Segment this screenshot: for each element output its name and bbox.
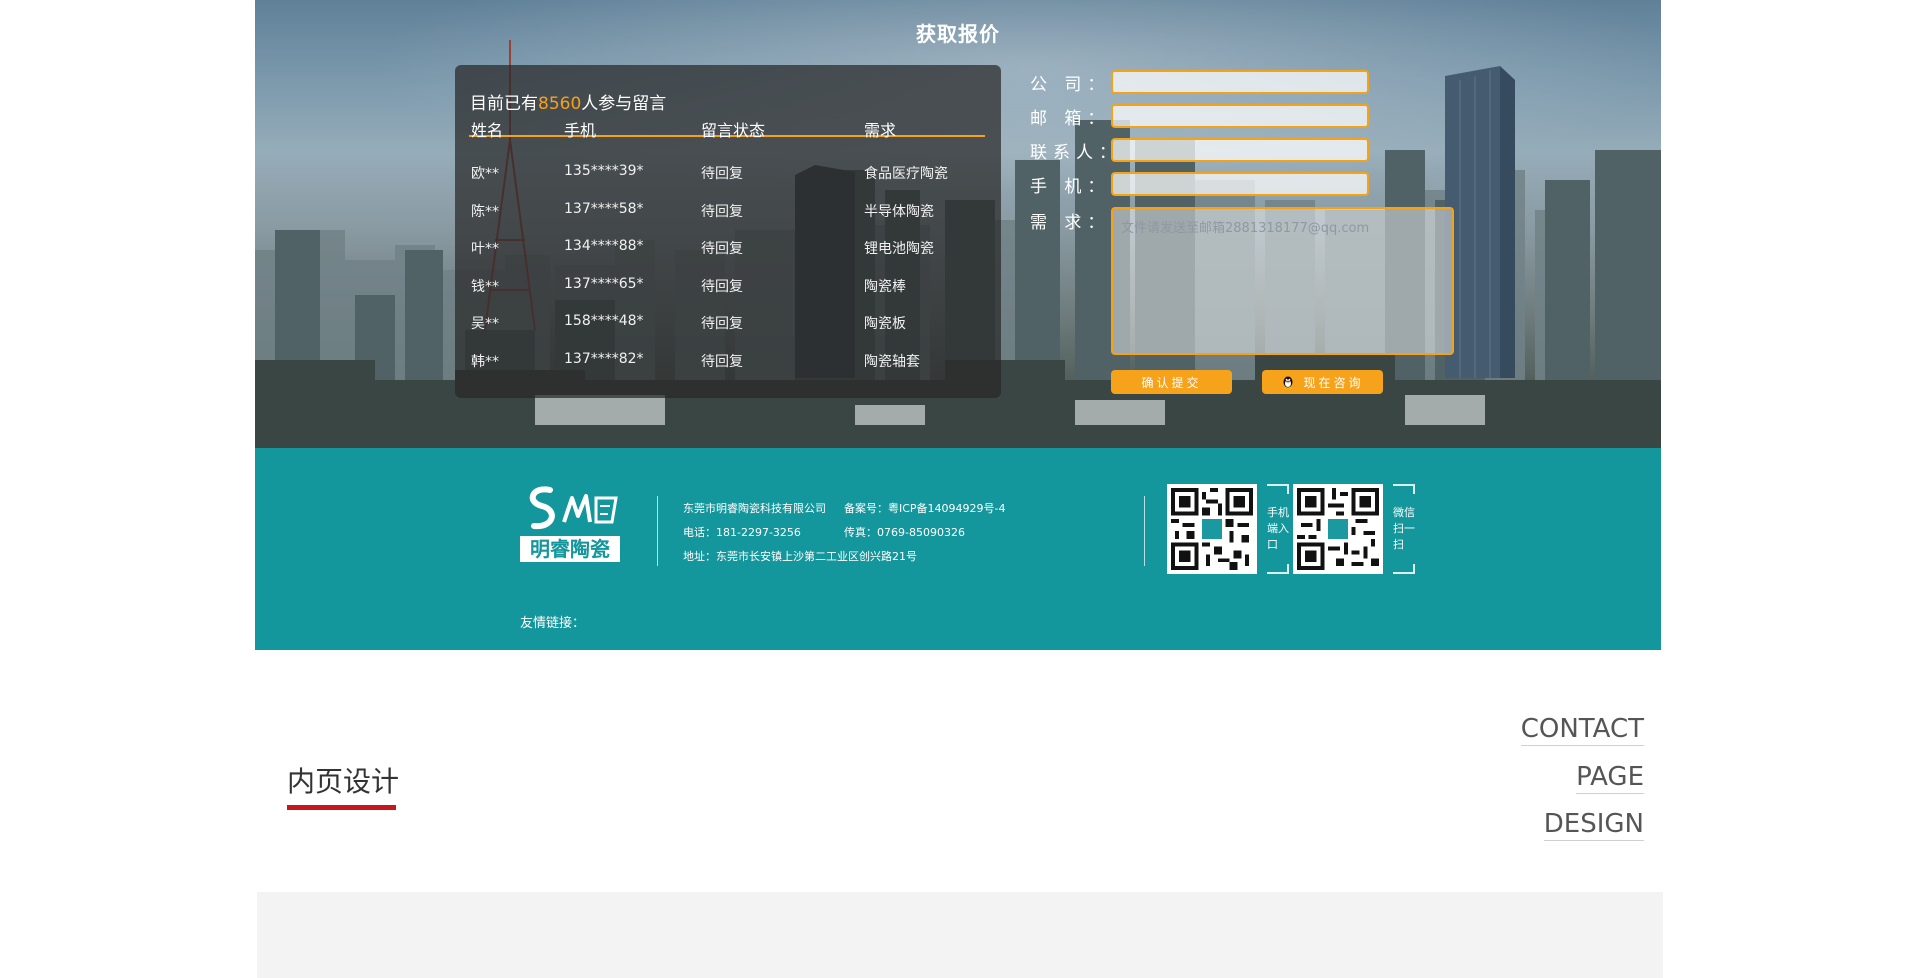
english-word-design: DESIGN: [1543, 809, 1644, 841]
consult-button-label: 现在咨询: [1303, 375, 1364, 390]
row-status: 待回复: [701, 316, 743, 333]
icp-number: 备案号：粤ICP备14094929号-4: [844, 502, 1006, 515]
row-status: 待回复: [701, 278, 743, 295]
contact-label: 联系人：: [1030, 143, 1122, 163]
table-row: 韩** 137****82* 待回复 陶瓷轴套: [469, 351, 985, 389]
english-word-page: PAGE: [1576, 762, 1644, 794]
table-row: 钱** 137****65* 待回复 陶瓷棒: [469, 276, 985, 314]
section-title-underline: [287, 805, 396, 810]
row-phone: 134****88*: [564, 238, 644, 255]
logo-mark-icon: [529, 486, 618, 530]
row-need: 食品医疗陶瓷: [864, 166, 948, 182]
message-count: 8560: [538, 94, 582, 114]
company-name: 东莞市明睿陶瓷科技有限公司: [683, 502, 826, 515]
qr-code-icon: [1297, 488, 1379, 570]
table-row: 吴** 158****48* 待回复 陶瓷板: [469, 313, 985, 351]
table-row: 叶** 134****88* 待回复 锂电池陶瓷: [469, 238, 985, 276]
row-status: 待回复: [701, 166, 743, 182]
message-table-body: 欧** 135****39* 待回复 食品医疗陶瓷 陈** 137****58*…: [469, 163, 985, 389]
mobile-qr-caption: 手机端入口: [1267, 484, 1289, 574]
section-title: 内页设计: [287, 765, 400, 798]
wechat-qr-code: [1293, 484, 1383, 574]
row-phone: 137****58*: [564, 200, 644, 217]
friendly-links-label: 友情链接：: [520, 616, 586, 631]
quote-title: 获取报价: [916, 22, 1000, 46]
column-name: 姓名: [471, 121, 504, 140]
row-need: 陶瓷轴套: [864, 353, 920, 370]
quote-section: 获取报价 目前已有8560人参与留言 姓名 手机 留言状态 需求 欧** 135…: [255, 0, 1661, 448]
english-word-contact: CONTACT: [1520, 714, 1644, 746]
contact-input[interactable]: [1111, 138, 1369, 162]
email-label: 邮 箱：: [1030, 109, 1111, 129]
row-status: 待回复: [701, 203, 743, 220]
footer-divider: [1144, 496, 1145, 566]
column-status: 留言状态: [701, 121, 766, 140]
need-textarea[interactable]: [1111, 207, 1454, 355]
need-label: 需 求：: [1030, 213, 1111, 233]
row-phone: 137****82*: [564, 350, 644, 367]
row-status: 待回复: [701, 241, 743, 258]
row-name: 陈**: [471, 203, 499, 220]
table-row: 欧** 135****39* 待回复 食品医疗陶瓷: [469, 163, 985, 201]
submit-button-label: 确认提交: [1141, 375, 1202, 390]
row-name: 欧**: [471, 166, 499, 182]
row-status: 待回复: [701, 353, 743, 370]
consult-now-button[interactable]: 现在咨询: [1262, 370, 1383, 394]
phone-label: 手 机：: [1030, 177, 1111, 197]
submit-button[interactable]: 确认提交: [1111, 370, 1232, 394]
fax-number: 传真：0769-85090326: [844, 526, 965, 539]
headline-suffix: 人参与留言: [581, 94, 667, 114]
headline-prefix: 目前已有: [470, 94, 538, 114]
logo-text: 明睿陶瓷: [520, 536, 620, 562]
qq-penguin-icon: [1283, 376, 1293, 389]
row-phone: 135****39*: [564, 163, 644, 179]
footer-divider: [657, 496, 658, 566]
table-row: 陈** 137****58* 待回复 半导体陶瓷: [469, 201, 985, 239]
row-phone: 137****65*: [564, 275, 644, 292]
mobile-qr-code: [1167, 484, 1257, 574]
message-count-headline: 目前已有8560人参与留言: [470, 89, 666, 114]
email-input[interactable]: [1111, 104, 1369, 128]
site-footer: 明睿陶瓷 东莞市明睿陶瓷科技有限公司 备案号：粤ICP备14094929号-4 …: [255, 448, 1661, 650]
company-label: 公 司：: [1030, 75, 1111, 95]
row-phone: 158****48*: [564, 313, 644, 330]
row-name: 钱**: [471, 278, 499, 295]
row-need: 半导体陶瓷: [864, 203, 934, 220]
company-input[interactable]: [1111, 70, 1369, 94]
message-board-panel: 目前已有8560人参与留言 姓名 手机 留言状态 需求 欧** 135****3…: [455, 65, 1001, 398]
row-need: 陶瓷棒: [864, 278, 906, 295]
column-phone: 手机: [564, 121, 597, 140]
row-name: 叶**: [471, 241, 499, 258]
row-need: 锂电池陶瓷: [864, 241, 934, 258]
wechat-qr-caption: 微信扫一扫: [1393, 484, 1415, 574]
next-section-placeholder: [257, 892, 1663, 978]
phone-input[interactable]: [1111, 172, 1369, 196]
phone-number: 电话：181-2297-3256: [683, 526, 801, 539]
column-need: 需求: [864, 121, 897, 140]
row-name: 吴**: [471, 316, 499, 333]
address: 地址：东莞市长安镇上沙第二工业区创兴路21号: [683, 550, 917, 563]
company-logo: 明睿陶瓷: [520, 478, 630, 568]
row-name: 韩**: [471, 353, 499, 370]
message-table-header: 姓名 手机 留言状态 需求: [469, 117, 985, 140]
qr-code-icon: [1171, 488, 1253, 570]
row-need: 陶瓷板: [864, 316, 906, 333]
